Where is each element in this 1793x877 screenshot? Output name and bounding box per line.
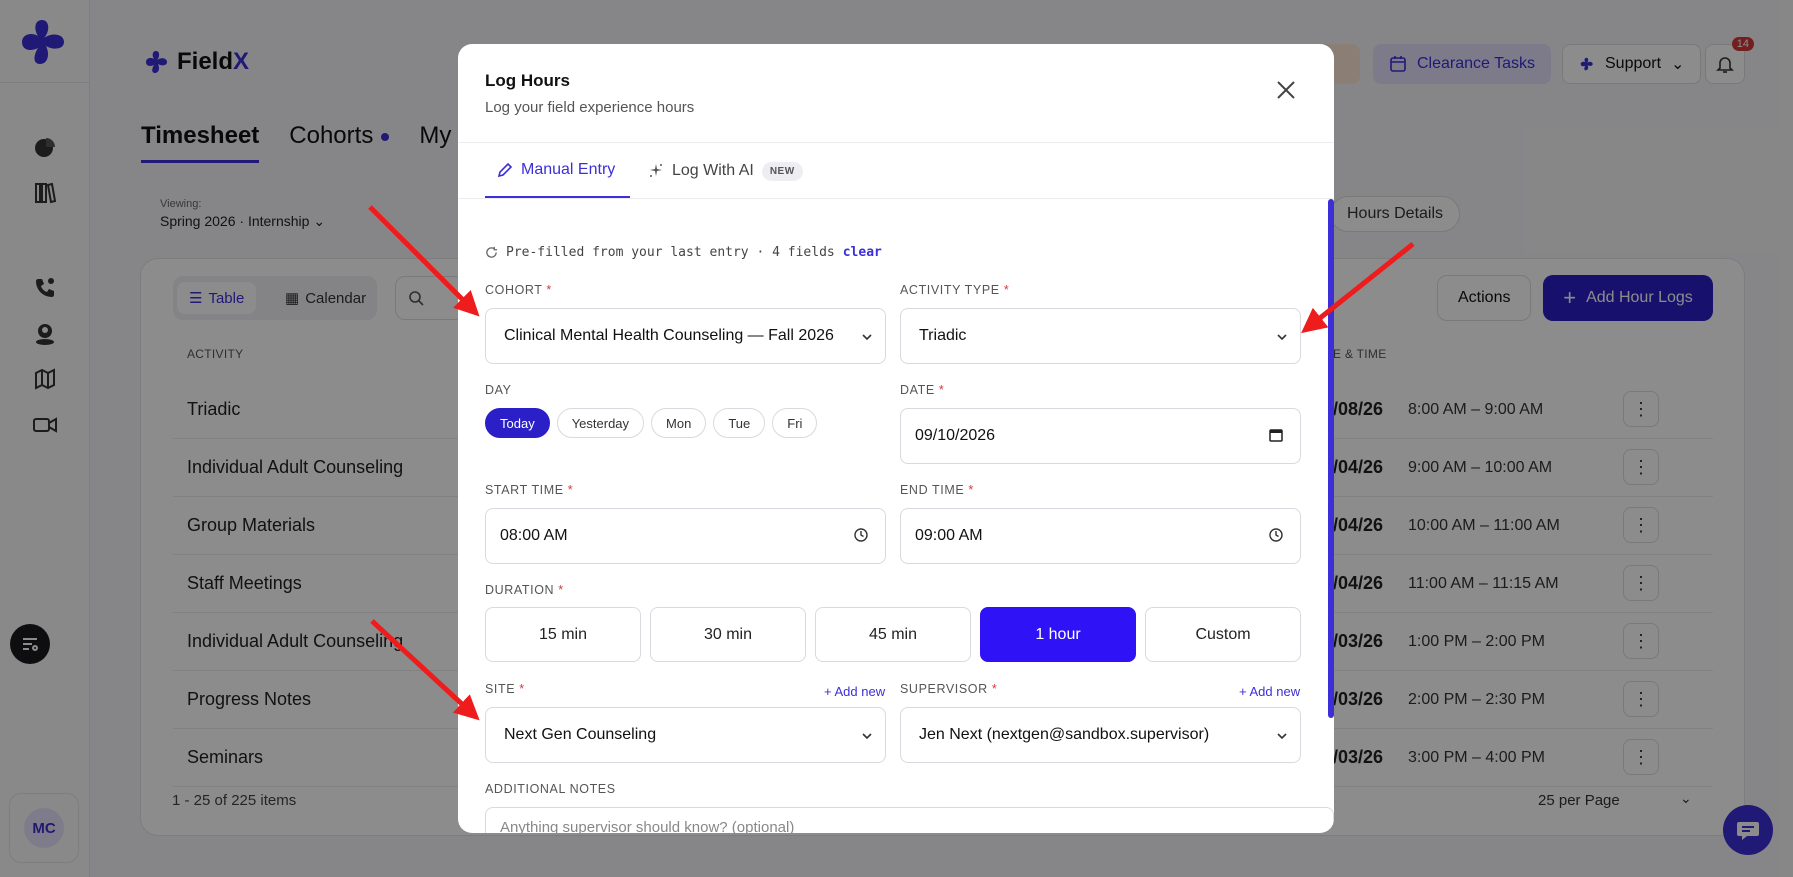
required-mark: * <box>991 682 998 696</box>
tab-log-with-ai-label: Log With AI <box>672 162 754 179</box>
end-time-label-text: END TIME <box>900 483 965 497</box>
site-select-value: Next Gen Counseling <box>504 726 657 743</box>
end-time-input[interactable]: 09:00 AM <box>900 508 1301 564</box>
start-time-label: START TIME * <box>485 483 573 497</box>
required-mark: * <box>938 383 945 397</box>
close-icon[interactable] <box>1274 78 1298 102</box>
supervisor-select-value: Jen Next (nextgen@sandbox.supervisor) <box>919 726 1210 743</box>
tab-manual-entry-label: Manual Entry <box>521 161 616 178</box>
site-select[interactable]: Next Gen Counseling <box>485 707 886 763</box>
day-chip-mon[interactable]: Mon <box>651 408 707 438</box>
duration-label-text: DURATION <box>485 583 555 597</box>
log-hours-modal: Log Hours Log your field experience hour… <box>458 44 1334 833</box>
duration-1-hour[interactable]: 1 hour <box>980 607 1136 662</box>
required-mark: * <box>968 483 974 497</box>
supervisor-select[interactable]: Jen Next (nextgen@sandbox.supervisor) <box>900 707 1301 763</box>
prefill-clear-link[interactable]: clear <box>843 245 882 260</box>
chevron-down-icon <box>862 334 872 341</box>
modal-tabs-divider <box>458 198 1334 199</box>
duration-30-min[interactable]: 30 min <box>650 607 806 662</box>
activity-type-label-text: ACTIVITY TYPE <box>900 283 1000 297</box>
supervisor-label: SUPERVISOR * <box>900 682 997 696</box>
date-label-text: DATE <box>900 383 935 397</box>
end-time-value: 09:00 AM <box>915 527 983 544</box>
duration-45-min[interactable]: 45 min <box>815 607 971 662</box>
cohort-select-value: Clinical Mental Health Counseling — Fall… <box>504 327 834 344</box>
date-input-value: 09/10/2026 <box>915 427 996 444</box>
chevron-down-icon <box>862 733 872 740</box>
chevron-down-icon <box>1277 733 1287 740</box>
refresh-icon <box>486 246 498 258</box>
notes-label: ADDITIONAL NOTES <box>485 782 616 796</box>
date-label: DATE * <box>900 383 944 397</box>
day-chip-fri[interactable]: Fri <box>772 408 818 438</box>
modal-title: Log Hours <box>485 71 570 90</box>
tab-log-with-ai[interactable]: Log With AI NEW <box>648 144 803 198</box>
prefill-text: Pre-filled from your last entry · 4 fiel… <box>506 245 835 260</box>
modal-header-divider <box>458 142 1334 143</box>
sparkle-icon <box>650 164 662 177</box>
notes-placeholder: Anything supervisor should know? (option… <box>500 819 795 833</box>
duration-custom[interactable]: Custom <box>1145 607 1301 662</box>
day-chip-tue[interactable]: Tue <box>713 408 766 438</box>
required-mark: * <box>558 583 564 597</box>
start-time-value: 08:00 AM <box>500 527 568 544</box>
required-mark: * <box>1003 283 1010 297</box>
modal-subtitle: Log your field experience hours <box>485 99 695 116</box>
day-chip-today[interactable]: Today <box>485 408 550 438</box>
modal-scrollbar-thumb[interactable] <box>1328 199 1334 718</box>
add-new-supervisor-link[interactable]: + Add new <box>1239 684 1300 699</box>
prefill-notice: Pre-filled from your last entry · 4 fiel… <box>485 245 882 260</box>
activity-type-label: ACTIVITY TYPE * <box>900 283 1009 297</box>
chevron-down-icon <box>1277 334 1287 341</box>
required-mark: * <box>546 283 552 297</box>
activity-type-select-value: Triadic <box>919 327 967 344</box>
add-new-site-link[interactable]: + Add new <box>824 684 885 699</box>
new-badge: NEW <box>761 161 803 181</box>
notes-textarea[interactable]: Anything supervisor should know? (option… <box>485 807 1334 833</box>
cohort-label: COHORT * <box>485 283 552 297</box>
supervisor-label-text: SUPERVISOR <box>900 682 988 696</box>
site-label-text: SITE <box>485 682 516 696</box>
tab-manual-entry[interactable]: Manual Entry <box>485 144 630 198</box>
clock-icon[interactable] <box>853 527 869 543</box>
start-time-label-text: START TIME <box>485 483 564 497</box>
clock-icon[interactable] <box>1268 527 1284 543</box>
day-label: DAY <box>485 383 512 397</box>
activity-type-select[interactable]: Triadic <box>900 308 1301 364</box>
cohort-select[interactable]: Clinical Mental Health Counseling — Fall… <box>485 308 886 364</box>
pencil-icon <box>497 162 513 178</box>
duration-options: 15 min 30 min 45 min 1 hour Custom <box>485 607 1301 662</box>
required-mark: * <box>567 483 574 497</box>
day-chips: Today Yesterday Mon Tue Fri <box>485 408 818 438</box>
end-time-label: END TIME * <box>900 483 974 497</box>
start-time-input[interactable]: 08:00 AM <box>485 508 886 564</box>
site-label: SITE * <box>485 682 525 696</box>
date-input[interactable]: 09/10/2026 <box>900 408 1301 464</box>
calendar-icon[interactable] <box>1268 427 1284 443</box>
duration-label: DURATION * <box>485 583 564 597</box>
cohort-label-text: COHORT <box>485 283 543 297</box>
required-mark: * <box>519 682 525 696</box>
duration-15-min[interactable]: 15 min <box>485 607 641 662</box>
day-chip-yesterday[interactable]: Yesterday <box>556 408 645 438</box>
